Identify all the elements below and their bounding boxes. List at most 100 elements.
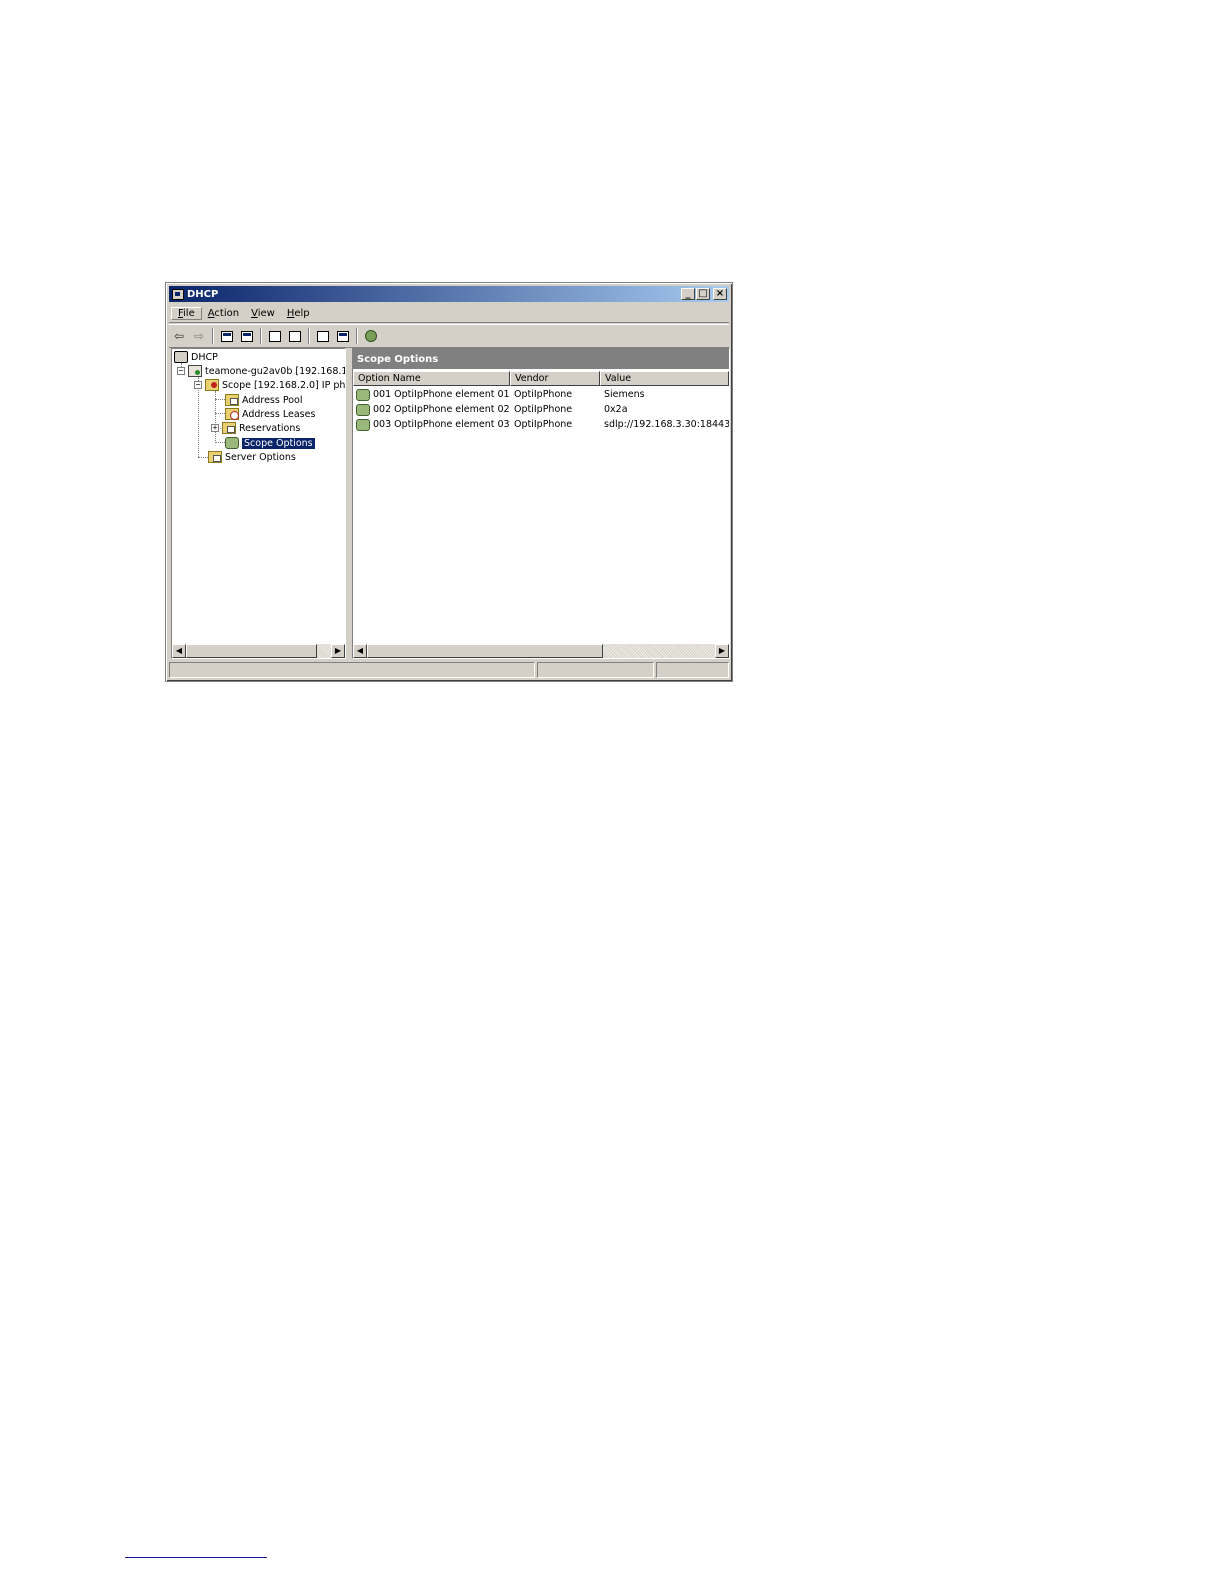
address-leases-icon [225,408,239,420]
option-name: 003 OptiIpPhone element 03 [373,419,510,430]
refresh-icon[interactable] [267,328,283,344]
status-bar [169,662,729,678]
option-name-cell: 003 OptiIpPhone element 03 [353,418,510,431]
option-icon [356,403,370,416]
dhcp-window: DHCP _ □ × File Action View Help ⇦ ⇨ DHC… [165,282,733,682]
server-icon [188,365,202,377]
option-icon [356,418,370,431]
server-options-icon [208,451,222,463]
value-cell: 0x2a [604,404,628,415]
scroll-left-button[interactable]: ◀ [172,644,186,658]
option-name-cell: 001 OptiIpPhone element 01 [353,388,510,401]
value-cell: sdlp://192.168.3.30:18443 [604,419,729,430]
tree-node-server[interactable]: − teamone-gu2av0b [192.168.1.3 [177,364,346,378]
tree-node-address-pool[interactable]: Address Pool [225,393,303,407]
show-hide-tree-icon[interactable] [239,328,255,344]
tree-node-reservations[interactable]: + Reservations [211,421,300,435]
maximize-button[interactable]: □ [696,288,710,300]
scope-options-icon [225,437,239,449]
column-header-value[interactable]: Value [600,371,729,386]
dhcp-app-icon [172,288,184,300]
tree-node-scope-options[interactable]: Scope Options [225,436,316,450]
toolbar: ⇦ ⇨ [169,324,729,348]
details-horizontal-scrollbar[interactable]: ◀ ▶ [353,644,729,658]
column-headers: Option Name Vendor Value [353,371,729,386]
window-controls: _ □ × [680,288,727,300]
address-pool-icon [225,394,239,406]
help-icon[interactable] [315,328,331,344]
window-title: DHCP [187,288,219,300]
list-item[interactable]: 003 OptiIpPhone element 03 OptiIpPhone s… [353,417,729,432]
menu-view[interactable]: View [245,308,281,319]
details-header: Scope Options [353,349,729,369]
status-panel [169,662,535,678]
toolbar-separator [308,328,310,344]
tree-node-label: Address Pool [242,394,303,406]
toolbar-separator [212,328,214,344]
properties-icon[interactable] [335,328,351,344]
tree-node-label: Scope [192.168.2.0] IP pho [222,379,346,391]
dhcp-console-icon [174,351,188,363]
options-list: 001 OptiIpPhone element 01 OptiIpPhone S… [353,387,729,432]
close-button[interactable]: × [713,288,727,300]
tree-node-label: DHCP [191,351,218,363]
scroll-thumb[interactable] [186,644,317,658]
footnote-separator [125,1557,267,1558]
forward-arrow-icon[interactable]: ⇨ [191,328,207,344]
up-folder-icon[interactable] [219,328,235,344]
scroll-track[interactable] [186,644,331,658]
back-arrow-icon[interactable]: ⇦ [171,328,187,344]
tree-node-label: teamone-gu2av0b [192.168.1.3 [205,365,346,377]
vendor-cell: OptiIpPhone [514,389,573,400]
tree-node-scope[interactable]: − Scope [192.168.2.0] IP pho [194,378,346,392]
details-pane[interactable]: Scope Options Option Name Vendor Value 0… [352,348,730,659]
tree-connector [198,457,208,458]
toolbar-separator [260,328,262,344]
tree-node-label: Reservations [239,422,301,434]
toolbar-separator [356,328,358,344]
column-header-vendor[interactable]: Vendor [510,371,600,386]
tree-connector [215,399,225,400]
tree-node-server-options[interactable]: Server Options [208,450,296,464]
export-list-icon[interactable] [287,328,303,344]
expand-toggle[interactable]: + [211,424,219,432]
tree-node-label: Scope Options [241,436,316,450]
scroll-right-button[interactable]: ▶ [715,644,729,658]
tree-node-address-leases[interactable]: Address Leases [225,407,315,421]
options-icon[interactable] [363,328,379,344]
menu-action[interactable]: Action [202,308,245,319]
tree-node-label: Server Options [225,451,296,463]
tree-connector [215,413,225,414]
console-tree-pane[interactable]: DHCP − teamone-gu2av0b [192.168.1.3 − Sc… [171,348,346,659]
menu-help[interactable]: Help [281,308,316,319]
scope-folder-icon [205,379,219,391]
collapse-toggle[interactable]: − [177,367,185,375]
menu-bar: File Action View Help [169,304,729,323]
option-name: 002 OptiIpPhone element 02 [373,404,510,415]
scroll-track[interactable] [367,644,715,658]
option-name: 001 OptiIpPhone element 01 [373,389,510,400]
status-panel [656,662,729,678]
title-bar[interactable]: DHCP _ □ × [169,286,729,302]
collapse-toggle[interactable]: − [194,381,202,389]
tree-node-dhcp[interactable]: DHCP [174,350,218,364]
menu-file[interactable]: File [171,306,202,320]
list-item[interactable]: 002 OptiIpPhone element 02 OptiIpPhone 0… [353,402,729,417]
tree-horizontal-scrollbar[interactable]: ◀ ▶ [172,644,345,658]
scroll-left-button[interactable]: ◀ [353,644,367,658]
scroll-right-button[interactable]: ▶ [331,644,345,658]
scroll-thumb[interactable] [367,644,603,658]
list-item[interactable]: 001 OptiIpPhone element 01 OptiIpPhone S… [353,387,729,402]
tree-connector [215,442,225,443]
vendor-cell: OptiIpPhone [514,404,573,415]
status-panel [537,662,654,678]
tree-node-label: Address Leases [242,408,316,420]
option-icon [356,388,370,401]
column-header-option-name[interactable]: Option Name [353,371,510,386]
option-name-cell: 002 OptiIpPhone element 02 [353,403,510,416]
value-cell: Siemens [604,389,645,400]
minimize-button[interactable]: _ [681,288,695,300]
reservations-folder-icon [222,422,236,434]
console-tree: DHCP − teamone-gu2av0b [192.168.1.3 − Sc… [172,349,345,644]
vendor-cell: OptiIpPhone [514,419,573,430]
